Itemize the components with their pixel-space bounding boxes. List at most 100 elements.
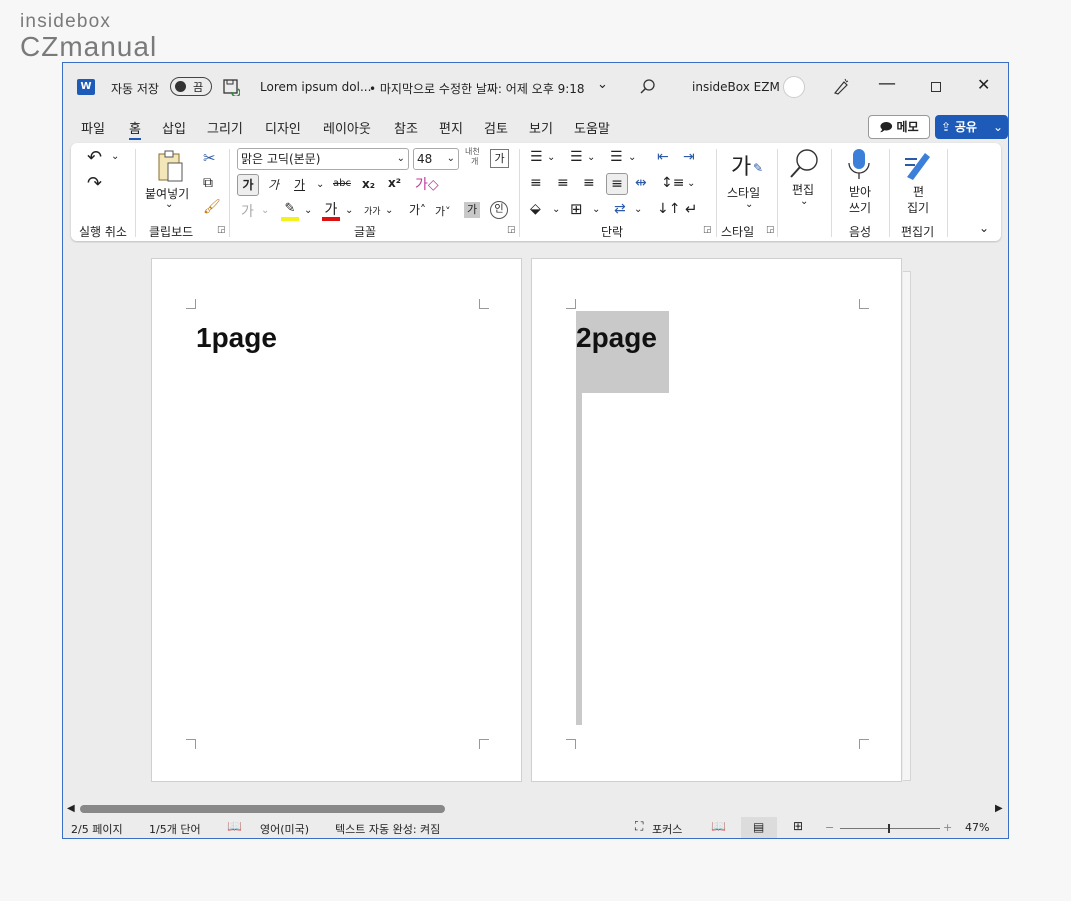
chevron-down-icon[interactable]: ⌄ <box>385 205 393 216</box>
user-name[interactable]: insideBox EZM <box>692 80 780 94</box>
text-direction-icon[interactable]: ⇄ <box>614 201 626 217</box>
chevron-down-icon[interactable]: ⌄ <box>597 77 608 92</box>
chevron-down-icon[interactable]: ⌄ <box>800 196 808 207</box>
dictate-label-line1[interactable]: 받아 <box>849 183 871 200</box>
chevron-down-icon[interactable]: ⌄ <box>261 205 269 216</box>
format-painter-icon[interactable]: 🖌 <box>203 199 221 215</box>
scroll-right-icon[interactable]: ▶ <box>995 803 1003 814</box>
proofing-icon[interactable]: 📖 <box>227 819 242 833</box>
chevron-down-icon[interactable]: ⌄ <box>687 178 695 189</box>
tab-design[interactable]: 디자인 <box>265 118 301 137</box>
clear-format-icon[interactable]: 가◇ <box>415 174 439 194</box>
web-layout-icon[interactable]: ⊞ <box>793 819 803 833</box>
font-name-combo[interactable]: 맑은 고딕(본문) ⌄ <box>237 148 409 170</box>
page-1-text[interactable]: 1page <box>196 322 277 354</box>
tab-home[interactable]: 홈 <box>129 118 141 140</box>
chevron-down-icon[interactable]: ⌄ <box>447 149 455 169</box>
chevron-down-icon[interactable]: ⌄ <box>316 179 324 190</box>
horizontal-scrollbar[interactable]: ◀ ▶ <box>63 803 1008 817</box>
text-effects-icon[interactable]: 가 <box>241 201 254 221</box>
editor-pen-icon[interactable] <box>903 147 933 181</box>
tab-review[interactable]: 검토 <box>484 118 508 137</box>
highlight-icon[interactable]: ✎ <box>281 201 299 221</box>
avatar[interactable] <box>783 76 805 98</box>
shrink-font-icon[interactable]: 가˅ <box>435 203 451 219</box>
scroll-left-icon[interactable]: ◀ <box>67 803 75 814</box>
chevron-down-icon[interactable]: ⌄ <box>304 205 312 216</box>
subscript-button[interactable]: x₂ <box>362 177 375 191</box>
read-mode-icon[interactable]: 📖 <box>711 819 726 833</box>
line-spacing-icon[interactable]: ↕≡ <box>661 175 684 191</box>
superscript-button[interactable]: x² <box>388 176 401 190</box>
dictate-label-line2[interactable]: 쓰기 <box>849 199 871 216</box>
page-count[interactable]: 2/5 페이지 <box>71 821 123 837</box>
chevron-down-icon[interactable]: ⌄ <box>634 204 642 215</box>
chevron-down-icon[interactable]: ⌄ <box>547 152 555 163</box>
chevron-down-icon[interactable]: ⌄ <box>111 151 119 162</box>
italic-button[interactable]: 가 <box>268 176 279 193</box>
distribute-icon[interactable]: ⇹ <box>635 175 647 191</box>
collapse-ribbon-icon[interactable]: ⌄ <box>979 221 989 235</box>
editor-label-line1[interactable]: 편 <box>913 183 924 200</box>
page-2[interactable]: 2page <box>531 258 902 782</box>
tab-draw[interactable]: 그리기 <box>207 118 243 137</box>
zoom-level[interactable]: 47% <box>965 821 989 834</box>
undo-icon[interactable]: ↶ <box>87 147 102 168</box>
find-icon[interactable] <box>787 147 821 181</box>
autosave-toggle[interactable]: 끔 <box>170 77 212 96</box>
text-predictions[interactable]: 텍스트 자동 완성: 켜짐 <box>335 821 440 837</box>
memo-button[interactable]: 🗩 메모 <box>868 115 930 139</box>
word-count[interactable]: 1/5개 단어 <box>149 821 201 837</box>
decrease-indent-icon[interactable]: ⇤ <box>657 149 669 165</box>
dialog-launcher-icon[interactable]: ◲ <box>217 225 226 235</box>
close-button[interactable]: ✕ <box>977 75 990 94</box>
change-case-icon[interactable]: 가가 <box>364 204 381 217</box>
minimize-button[interactable]: — <box>878 73 896 94</box>
print-layout-button[interactable]: ▤ <box>741 817 777 838</box>
redo-icon[interactable]: ↷ <box>87 173 102 194</box>
dialog-launcher-icon[interactable]: ◲ <box>507 225 516 235</box>
focus-icon[interactable]: ⛶ <box>635 819 643 834</box>
zoom-slider-thumb[interactable] <box>888 824 890 833</box>
tab-references[interactable]: 참조 <box>394 118 418 137</box>
designer-pen-icon[interactable] <box>832 78 850 96</box>
enclose-char-icon[interactable]: 인 <box>490 201 508 219</box>
show-marks-icon[interactable]: ↵ <box>685 200 698 218</box>
styles-label[interactable]: 스타일 <box>727 184 760 201</box>
strikethrough-button[interactable]: abc <box>333 178 351 189</box>
char-border-icon[interactable]: 가 <box>490 149 509 168</box>
maximize-button[interactable] <box>931 82 941 92</box>
cut-icon[interactable]: ✂ <box>203 149 216 167</box>
bullets-icon[interactable]: ☰ <box>530 149 543 165</box>
numbering-icon[interactable]: ☰ <box>570 149 583 165</box>
font-color-icon[interactable]: 가 <box>322 199 340 221</box>
document-name[interactable]: Lorem ipsum dol... <box>260 80 371 94</box>
justify-button[interactable]: ≡ <box>606 173 628 195</box>
focus-label[interactable]: 포커스 <box>652 821 682 837</box>
phonetic-guide-button[interactable]: 내천 개 <box>465 147 480 167</box>
tab-view[interactable]: 보기 <box>529 118 553 137</box>
multilevel-list-icon[interactable]: ☰ <box>610 149 623 165</box>
zoom-in-icon[interactable]: + <box>943 821 952 834</box>
chevron-down-icon[interactable]: ⌄ <box>552 204 560 215</box>
search-icon[interactable] <box>639 78 657 96</box>
tab-layout[interactable]: 레이아웃 <box>323 118 371 137</box>
align-left-icon[interactable]: ≡ <box>530 175 542 191</box>
chevron-down-icon[interactable]: ⌄ <box>397 149 405 169</box>
share-button[interactable]: ⇪ 공유 ⌄ <box>935 115 1008 139</box>
underline-button[interactable]: 가 <box>294 176 305 193</box>
chevron-down-icon[interactable]: ⌄ <box>628 152 636 163</box>
align-center-icon[interactable]: ≡ <box>557 175 569 191</box>
microphone-icon[interactable] <box>847 147 871 181</box>
save-icon[interactable] <box>222 78 240 96</box>
chevron-down-icon[interactable]: ⌄ <box>345 205 353 216</box>
dialog-launcher-icon[interactable]: ◲ <box>766 225 775 235</box>
styles-icon[interactable]: 가 <box>731 149 751 181</box>
shading-icon[interactable]: ⬙ <box>530 201 541 217</box>
paste-icon[interactable] <box>155 149 185 183</box>
copy-icon[interactable]: ⧉ <box>203 175 213 191</box>
increase-indent-icon[interactable]: ⇥ <box>683 149 695 165</box>
char-shading-icon[interactable]: 가 <box>464 202 480 218</box>
editor-label-line2[interactable]: 집기 <box>907 199 929 216</box>
tab-insert[interactable]: 삽입 <box>162 118 186 137</box>
